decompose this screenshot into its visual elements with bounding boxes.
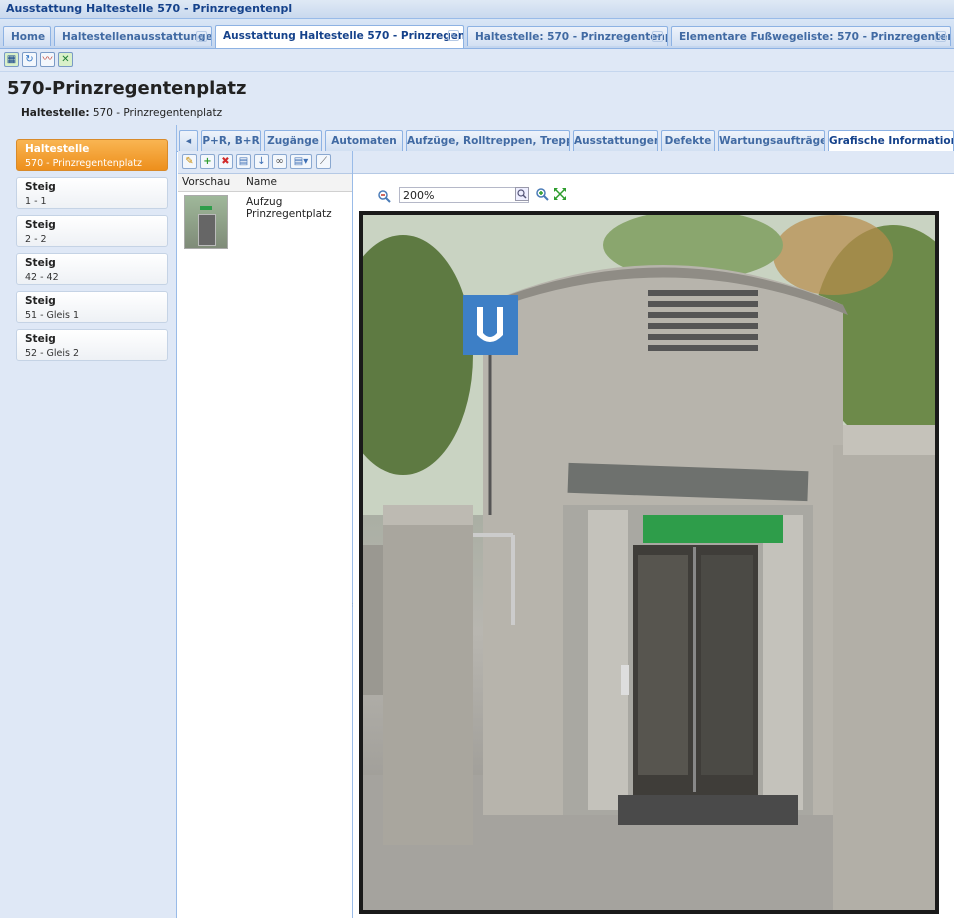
page-subtitle: Haltestelle: 570 - Prinzregentenplatz bbox=[21, 107, 222, 119]
zoom-level-input[interactable]: 200% bbox=[399, 187, 529, 203]
close-icon[interactable]: × bbox=[196, 31, 207, 42]
tab-haltestelle[interactable]: Haltestelle: 570 - Prinzregentenplatz × bbox=[467, 26, 668, 46]
window-title-bar: Ausstattung Haltestelle 570 - Prinzregen… bbox=[0, 0, 954, 19]
tab-label: P+R, B+R bbox=[202, 135, 260, 147]
add-icon[interactable]: + bbox=[200, 154, 215, 169]
fit-to-screen-icon[interactable] bbox=[553, 187, 567, 201]
stop-item-steig-51[interactable]: Steig 51 - Gleis 1 bbox=[16, 291, 168, 323]
photo-content bbox=[363, 215, 935, 910]
page-title: 570-Prinzregentenplatz bbox=[7, 78, 247, 99]
tab-home-label: Home bbox=[11, 31, 46, 43]
tab-label: Grafische Informationen bbox=[829, 135, 953, 147]
stop-item-steig-2[interactable]: Steig 2 - 2 bbox=[16, 215, 168, 247]
tab-haltestellenausstattungen[interactable]: Haltestellenausstattungen × bbox=[54, 26, 212, 46]
stop-item-subtitle: 51 - Gleis 1 bbox=[25, 310, 80, 321]
thumbnail-door bbox=[198, 214, 216, 246]
thumbnail-sign bbox=[200, 206, 212, 210]
subtitle-value: 570 - Prinzregentenplatz bbox=[89, 107, 223, 119]
tab-grafische-informationen[interactable]: Grafische Informationen bbox=[828, 130, 954, 151]
window-title: Ausstattung Haltestelle 570 - Prinzregen… bbox=[6, 2, 293, 15]
image-list-panel: ✎ + ✖ ▤ ↓ ∞ ▤▾ ⟋ Vorschau Name Aufzug Pr… bbox=[178, 151, 353, 918]
view-icon[interactable]: ▤ bbox=[236, 154, 251, 169]
attach-icon[interactable]: ⟋ bbox=[316, 154, 331, 169]
main-tab-bar: Home Haltestellenausstattungen × Ausstat… bbox=[0, 19, 954, 49]
tab-automaten[interactable]: Automaten bbox=[325, 130, 403, 151]
tab-label: Elementare Fußwegeliste: 570 - Prinzrege… bbox=[679, 31, 950, 43]
tab-ausstattungen[interactable]: Ausstattungen bbox=[573, 130, 658, 151]
preview-thumbnail[interactable] bbox=[184, 195, 228, 249]
menu-icon[interactable]: ▤▾ bbox=[290, 154, 312, 169]
zoom-out-icon[interactable] bbox=[377, 189, 391, 203]
column-header-preview[interactable]: Vorschau bbox=[182, 176, 230, 188]
viewer-toolbar bbox=[353, 151, 954, 174]
tab-label: Automaten bbox=[331, 135, 397, 147]
list-item-name: Aufzug Prinzregentplatz bbox=[246, 196, 332, 220]
tab-label: Zugänge bbox=[267, 135, 319, 147]
tab-label: Ausstattung Haltestelle 570 - Prinzregen… bbox=[223, 30, 463, 42]
excel-icon[interactable]: ✕ bbox=[58, 52, 73, 67]
column-header-name[interactable]: Name bbox=[246, 176, 277, 188]
image-viewer-panel: 200% bbox=[353, 151, 954, 918]
page-header: 570-Prinzregentenplatz Haltestelle: 570 … bbox=[0, 72, 954, 125]
tab-park-ride[interactable]: P+R, B+R bbox=[201, 130, 261, 151]
excel-export-icon[interactable]: ▦ bbox=[4, 52, 19, 67]
tab-wartungsauftraege[interactable]: Wartungsaufträge bbox=[718, 130, 825, 151]
stop-item-title: Steig bbox=[25, 333, 56, 345]
tab-home[interactable]: Home bbox=[3, 26, 51, 46]
stop-item-steig-42[interactable]: Steig 42 - 42 bbox=[16, 253, 168, 285]
stop-item-subtitle: 42 - 42 bbox=[25, 272, 59, 283]
stop-item-haltestelle[interactable]: Haltestelle 570 - Prinzregentenplatz bbox=[16, 139, 168, 171]
tab-zugaenge[interactable]: Zugänge bbox=[264, 130, 322, 151]
stop-item-steig-1[interactable]: Steig 1 - 1 bbox=[16, 177, 168, 209]
tab-label: Ausstattungen bbox=[574, 135, 658, 147]
stop-item-steig-52[interactable]: Steig 52 - Gleis 2 bbox=[16, 329, 168, 361]
stop-item-subtitle: 52 - Gleis 2 bbox=[25, 348, 80, 359]
tab-label: Defekte bbox=[664, 135, 712, 147]
close-icon[interactable]: × bbox=[448, 30, 459, 41]
stop-item-title: Haltestelle bbox=[25, 143, 90, 155]
list-column-headers: Vorschau Name bbox=[178, 174, 352, 192]
stop-item-subtitle: 2 - 2 bbox=[25, 234, 47, 245]
zoom-in-icon[interactable] bbox=[535, 187, 549, 201]
download-icon[interactable]: ↓ bbox=[254, 154, 269, 169]
chart-icon[interactable]: 〰 bbox=[40, 52, 55, 67]
elevator-photo[interactable] bbox=[359, 211, 939, 914]
image-list-toolbar: ✎ + ✖ ▤ ↓ ∞ ▤▾ ⟋ bbox=[178, 151, 352, 174]
subtitle-label: Haltestelle: bbox=[21, 107, 90, 119]
stop-item-title: Steig bbox=[25, 219, 56, 231]
stop-item-title: Steig bbox=[25, 295, 56, 307]
stop-item-title: Steig bbox=[25, 257, 56, 269]
link-icon[interactable]: ∞ bbox=[272, 154, 287, 169]
tab-aufzuege[interactable]: Aufzüge, Rolltreppen, Treppen bbox=[406, 130, 570, 151]
zoom-dropdown-icon[interactable] bbox=[515, 187, 529, 201]
close-icon[interactable]: × bbox=[652, 31, 663, 42]
tab-label: Wartungsaufträge bbox=[719, 135, 825, 147]
tab-label: Aufzüge, Rolltreppen, Treppen bbox=[407, 135, 570, 147]
refresh-icon[interactable]: ↻ bbox=[22, 52, 37, 67]
back-arrow-icon[interactable]: ◂ bbox=[179, 130, 198, 151]
edit-icon[interactable]: ✎ bbox=[182, 154, 197, 169]
stop-item-subtitle: 570 - Prinzregentenplatz bbox=[25, 158, 142, 169]
elevator-illustration bbox=[363, 215, 935, 910]
detail-tab-bar: ◂ P+R, B+R Zugänge Automaten Aufzüge, Ro… bbox=[177, 125, 954, 152]
stop-item-title: Steig bbox=[25, 181, 56, 193]
stop-list-panel: Haltestelle 570 - Prinzregentenplatz Ste… bbox=[0, 125, 177, 918]
close-icon[interactable]: × bbox=[935, 31, 946, 42]
main-toolbar: ▦ ↻ 〰 ✕ bbox=[0, 49, 954, 72]
tab-fusswegeliste[interactable]: Elementare Fußwegeliste: 570 - Prinzrege… bbox=[671, 26, 951, 46]
tab-label: Haltestellenausstattungen bbox=[62, 31, 212, 43]
tab-defekte[interactable]: Defekte bbox=[661, 130, 715, 151]
delete-icon[interactable]: ✖ bbox=[218, 154, 233, 169]
tab-ausstattung-haltestelle[interactable]: Ausstattung Haltestelle 570 - Prinzregen… bbox=[215, 25, 464, 48]
tab-label: Haltestelle: 570 - Prinzregentenplatz bbox=[475, 31, 667, 43]
stop-item-subtitle: 1 - 1 bbox=[25, 196, 47, 207]
